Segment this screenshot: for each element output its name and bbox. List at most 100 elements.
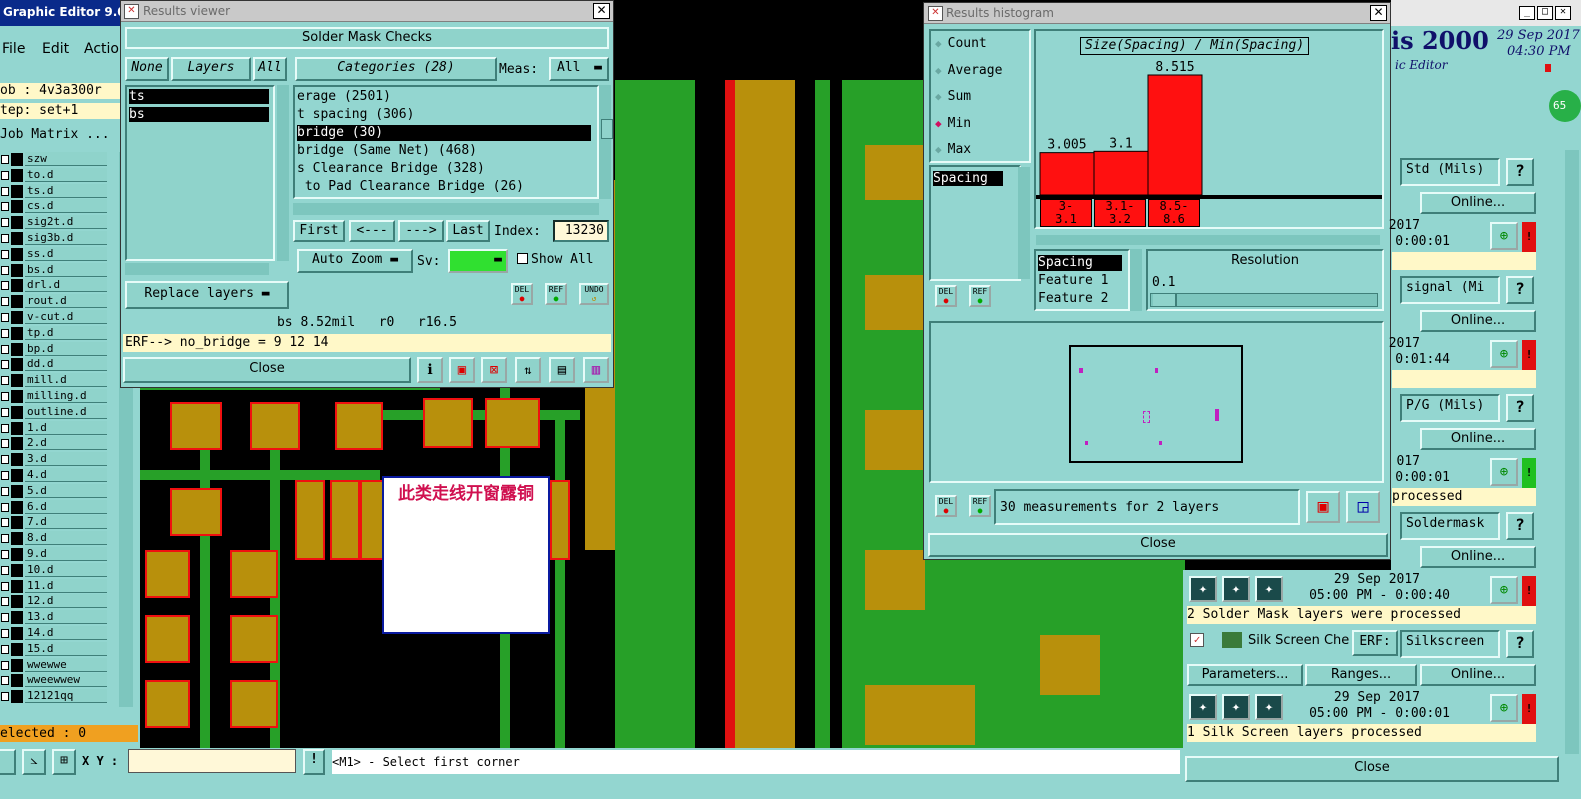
layer-state-icon[interactable] (1, 170, 9, 180)
layer-state-icon[interactable] (1, 313, 9, 322)
layer-list[interactable]: szw to.d ts.d cs.d sig2t.d sig3b.d ss.d bs.d drl… (0, 152, 110, 707)
layer-state-icon[interactable] (1, 455, 9, 465)
layer-row[interactable]: mill.d (0, 373, 110, 388)
layer-state-icon[interactable] (1, 692, 9, 702)
resolution-slider[interactable] (1150, 293, 1378, 307)
erf-button[interactable]: ERF: (1352, 630, 1398, 656)
layer-row[interactable]: 5.d (0, 483, 110, 499)
show-all-checkbox[interactable] (517, 253, 528, 264)
category-hscroll[interactable] (293, 203, 599, 215)
layer-state-icon[interactable] (1, 581, 9, 591)
help-button[interactable]: ? (1506, 630, 1534, 658)
help-button[interactable]: ? (1506, 394, 1534, 422)
feature-row[interactable]: Feature 1 (1038, 273, 1122, 289)
layer-state-icon[interactable] (1, 644, 9, 654)
layer-row[interactable]: outline.d (0, 404, 110, 420)
layer-vscroll[interactable] (277, 85, 289, 261)
grid-icon[interactable]: ⊞ (52, 749, 76, 775)
layer-row[interactable]: 9.d (0, 547, 110, 562)
layer-row[interactable]: v-cut.d (0, 310, 110, 325)
window-menu-icon[interactable]: ✕ (928, 6, 943, 21)
layer-row[interactable]: sig3b.d (0, 231, 110, 246)
ref-icon[interactable]: REF ● (969, 285, 991, 307)
zoom-icon[interactable]: ⊕ (1490, 222, 1518, 250)
info-icon[interactable]: ℹ (417, 357, 443, 383)
online-button[interactable]: Online... (1420, 546, 1536, 568)
mode-option-count[interactable]: ◆ Count (935, 36, 987, 54)
layer-state-icon[interactable] (1, 186, 9, 196)
layer-row[interactable]: cs.d (0, 199, 110, 214)
layer-row[interactable]: 3.d (0, 452, 110, 467)
sv-color-dropdown[interactable]: ▬ (448, 249, 508, 273)
layer-state-icon[interactable] (1, 423, 9, 433)
online-button[interactable]: Online... (1420, 428, 1536, 450)
next-button[interactable]: ---> (398, 220, 444, 242)
layer-state-icon[interactable] (1, 376, 9, 386)
histogram-icon[interactable]: ▥ (583, 357, 609, 383)
menu-actions[interactable]: Actio (84, 41, 119, 57)
slider-thumb[interactable] (1153, 294, 1177, 306)
highlight-icon[interactable]: ▣ (449, 357, 475, 383)
category-row[interactable]: bridge (30) (297, 125, 591, 141)
menu-edit[interactable]: Edit (42, 41, 69, 57)
histogram-bar[interactable] (1147, 74, 1203, 196)
feature-vscroll[interactable] (1130, 249, 1142, 311)
mode-option-average[interactable]: ◆ Average (935, 63, 1002, 81)
layer-row[interactable]: 4.d (0, 468, 110, 483)
layer-state-icon[interactable] (1, 202, 9, 212)
online-button[interactable]: Online... (1420, 310, 1536, 332)
layer-row[interactable]: ss.d (0, 246, 110, 262)
layer-state-icon[interactable] (1, 676, 9, 686)
layer-state-icon[interactable] (1, 155, 9, 164)
layer-row[interactable]: bs.d (0, 262, 110, 278)
category-scroll-thumb[interactable] (601, 119, 613, 139)
window-menu-icon[interactable]: ✕ (124, 4, 139, 19)
close-button[interactable]: Close (123, 357, 411, 383)
close-icon[interactable]: ✕ (593, 3, 610, 19)
layer-row[interactable]: 2.d (0, 436, 110, 451)
layer-row[interactable]: 7.d (0, 515, 110, 530)
menu-file[interactable]: File (2, 41, 25, 57)
feature-list[interactable]: Spacing Feature 1 Feature 2 (1034, 249, 1130, 311)
histogram-bar[interactable] (1093, 150, 1149, 196)
del-icon[interactable]: DEL ● (935, 495, 957, 517)
category-row[interactable]: s Clearance Bridge (328) (297, 161, 591, 177)
help-button[interactable]: ? (1506, 276, 1534, 304)
layer-row[interactable]: milling.d (0, 389, 110, 404)
layer-row[interactable]: 10.d (0, 562, 110, 578)
auto-zoom-dropdown[interactable]: Auto Zoom ▬ (297, 249, 413, 273)
layer-state-icon[interactable] (1, 407, 9, 417)
layer-row[interactable]: bp.d (0, 341, 110, 357)
layer-state-icon[interactable] (1, 471, 9, 480)
layer-state-icon[interactable] (1, 660, 9, 670)
layer-row[interactable]: 8.d (0, 531, 110, 546)
layer-row[interactable]: wweewwew (0, 673, 110, 688)
layer-row[interactable]: ts.d (0, 183, 110, 199)
run-icon[interactable]: ✦ (1189, 694, 1217, 720)
field-row-spacing[interactable]: Spacing (933, 171, 1003, 186)
feature-row[interactable]: Feature 2 (1038, 291, 1122, 307)
index-input[interactable]: 13230 (553, 220, 609, 242)
layer-row-ts[interactable]: ts (129, 89, 269, 104)
zoom-icon[interactable]: ⊕ (1490, 576, 1518, 604)
layer-state-icon[interactable] (1, 613, 9, 623)
right-close-button[interactable]: Close (1185, 756, 1559, 782)
replace-layers-dropdown[interactable]: Replace layers ▬ (125, 281, 289, 309)
first-button[interactable]: First (293, 220, 345, 242)
category-list[interactable]: erage (2501) t spacing (306) bridge (30) br… (293, 85, 599, 199)
none-button[interactable]: None (125, 57, 169, 81)
ref-icon[interactable]: REF ● (969, 495, 991, 517)
layer-state-icon[interactable] (1, 502, 9, 512)
layer-state-icon[interactable] (1, 249, 9, 259)
report-icon[interactable]: ▤ (549, 357, 575, 383)
mode-option-max[interactable]: ◆ Max (935, 142, 971, 160)
layer-row[interactable]: 11.d (0, 578, 110, 594)
layer-state-icon[interactable] (1, 218, 9, 228)
layer-row[interactable]: 15.d (0, 641, 110, 657)
layer-state-icon[interactable] (1, 234, 9, 243)
ranges-button[interactable]: Ranges... (1305, 664, 1417, 686)
layer-hscroll[interactable] (125, 263, 269, 275)
layer-state-icon[interactable] (1, 550, 9, 559)
category-row[interactable]: erage (2501) (297, 89, 591, 105)
layer-row[interactable]: sig2t.d (0, 215, 110, 230)
